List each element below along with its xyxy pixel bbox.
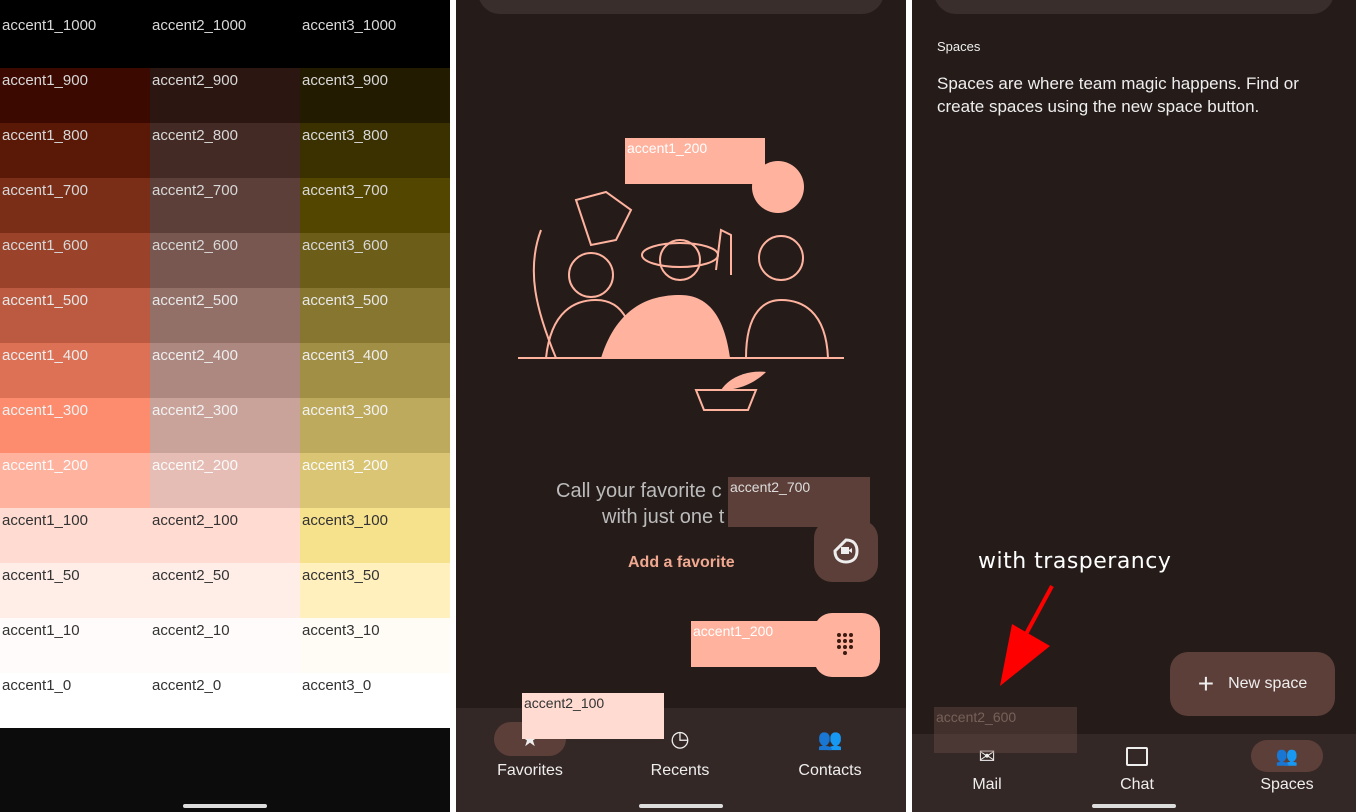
chat-icon [1126,746,1148,766]
swatch-accent1-900: accent1_900 [0,68,150,123]
annotation-text: with trasperancy [978,549,1172,574]
swatch-accent2-50: accent2_50 [150,563,300,618]
color-label-accent1-200: accent1_200 [625,138,765,184]
swatch-accent2-100: accent2_100 [150,508,300,563]
video-call-button[interactable] [814,520,878,582]
palette-row: accent1_0 accent2_0 accent3_0 [0,673,450,728]
palette-grid: accent1_1000 accent2_1000 accent3_1000 acce… [0,13,450,728]
swatch-accent2-800: accent2_800 [150,123,300,178]
swatch-accent1-10: accent1_10 [0,618,150,673]
swatch-accent3-1000: accent3_1000 [300,13,450,68]
palette-row: accent1_700 accent2_700 accent3_700 [0,178,450,233]
swatch-accent1-800: accent1_800 [0,123,150,178]
swatch-accent3-400: accent3_400 [300,343,450,398]
palette-row: accent1_800 accent2_800 accent3_800 [0,123,450,178]
color-label-accent2-100: accent2_100 [522,693,664,739]
swatch-accent3-900: accent3_900 [300,68,450,123]
red-arrow-annotation [1000,585,1054,686]
swatch-accent3-50: accent3_50 [300,563,450,618]
contacts-icon: 👥 [817,728,843,751]
swatch-accent2-400: accent2_400 [150,343,300,398]
swatch-accent2-1000: accent2_1000 [150,13,300,68]
swatch-accent2-700: accent2_700 [150,178,300,233]
color-label-accent1-200: accent1_200 [691,621,821,667]
swatch-accent2-200: accent2_200 [150,453,300,508]
color-label-accent2-600: accent2_600 [934,707,1077,753]
swatch-accent3-800: accent3_800 [300,123,450,178]
gmail-spaces-panel: Spaces Spaces are where team magic happe… [912,0,1356,812]
swatch-accent3-300: accent3_300 [300,398,450,453]
dialpad-icon [837,633,853,655]
empty-state-line2: with just one t [602,506,725,528]
swatch-accent3-600: accent3_600 [300,233,450,288]
swatch-accent3-100: accent3_100 [300,508,450,563]
new-space-button[interactable]: + New space [1170,652,1335,716]
nav-contacts[interactable]: 👥 Contacts [765,722,895,780]
home-indicator[interactable] [639,804,723,808]
swatch-accent3-10: accent3_10 [300,618,450,673]
palette-row: accent1_50 accent2_50 accent3_50 [0,563,450,618]
add-favorite-link[interactable]: Add a favorite [628,554,735,572]
dialer-panel: accent1_200 Call your favorite c with ju… [456,0,906,812]
swatch-accent3-200: accent3_200 [300,453,450,508]
spaces-description: Spaces are where team magic happens. Fin… [937,74,1299,116]
meet-icon [833,538,859,564]
swatch-accent2-0: accent2_0 [150,673,300,728]
swatch-accent1-500: accent1_500 [0,288,150,343]
swatch-accent3-500: accent3_500 [300,288,450,343]
search-bar[interactable] [478,0,884,14]
clock-icon: ◷ [670,726,690,751]
swatch-accent1-600: accent1_600 [0,233,150,288]
palette-row: accent1_200 accent2_200 accent3_200 [0,453,450,508]
swatch-accent2-900: accent2_900 [150,68,300,123]
home-indicator[interactable] [183,804,267,808]
swatch-accent1-50: accent1_50 [0,563,150,618]
palette-row: accent1_400 accent2_400 accent3_400 [0,343,450,398]
swatch-accent1-400: accent1_400 [0,343,150,398]
favorites-illustration [518,161,844,411]
swatch-accent1-200: accent1_200 [0,453,150,508]
empty-state-line1: Call your favorite c [556,480,722,502]
palette-row: accent1_100 accent2_100 accent3_100 [0,508,450,563]
swatch-accent3-0: accent3_0 [300,673,450,728]
plus-icon: + [1197,668,1215,699]
nav-chat[interactable]: Chat [1072,740,1202,794]
palette-row: accent1_300 accent2_300 accent3_300 [0,398,450,453]
section-title: Spaces [937,39,981,54]
palette-row: accent1_600 accent2_600 accent3_600 [0,233,450,288]
swatch-accent2-10: accent2_10 [150,618,300,673]
swatch-accent2-600: accent2_600 [150,233,300,288]
search-bar[interactable] [934,0,1334,14]
swatch-accent1-700: accent1_700 [0,178,150,233]
nav-spaces[interactable]: 👥 Spaces [1222,740,1352,794]
swatch-accent1-1000: accent1_1000 [0,13,150,68]
spaces-icon: 👥 [1275,745,1299,766]
dialpad-button[interactable] [814,613,880,677]
swatch-accent2-500: accent2_500 [150,288,300,343]
palette-row: accent1_500 accent2_500 accent3_500 [0,288,450,343]
swatch-accent3-700: accent3_700 [300,178,450,233]
palette-row: accent1_10 accent2_10 accent3_10 [0,618,450,673]
swatch-accent1-300: accent1_300 [0,398,150,453]
swatch-accent1-100: accent1_100 [0,508,150,563]
system-bar [0,728,450,812]
swatch-accent2-300: accent2_300 [150,398,300,453]
palette-row: accent1_900 accent2_900 accent3_900 [0,68,450,123]
palette-panel: accent1_1000 accent2_1000 accent3_1000 acce… [0,0,450,812]
swatch-accent1-0: accent1_0 [0,673,150,728]
home-indicator[interactable] [1092,804,1176,808]
palette-row: accent1_1000 accent2_1000 accent3_1000 [0,13,450,68]
